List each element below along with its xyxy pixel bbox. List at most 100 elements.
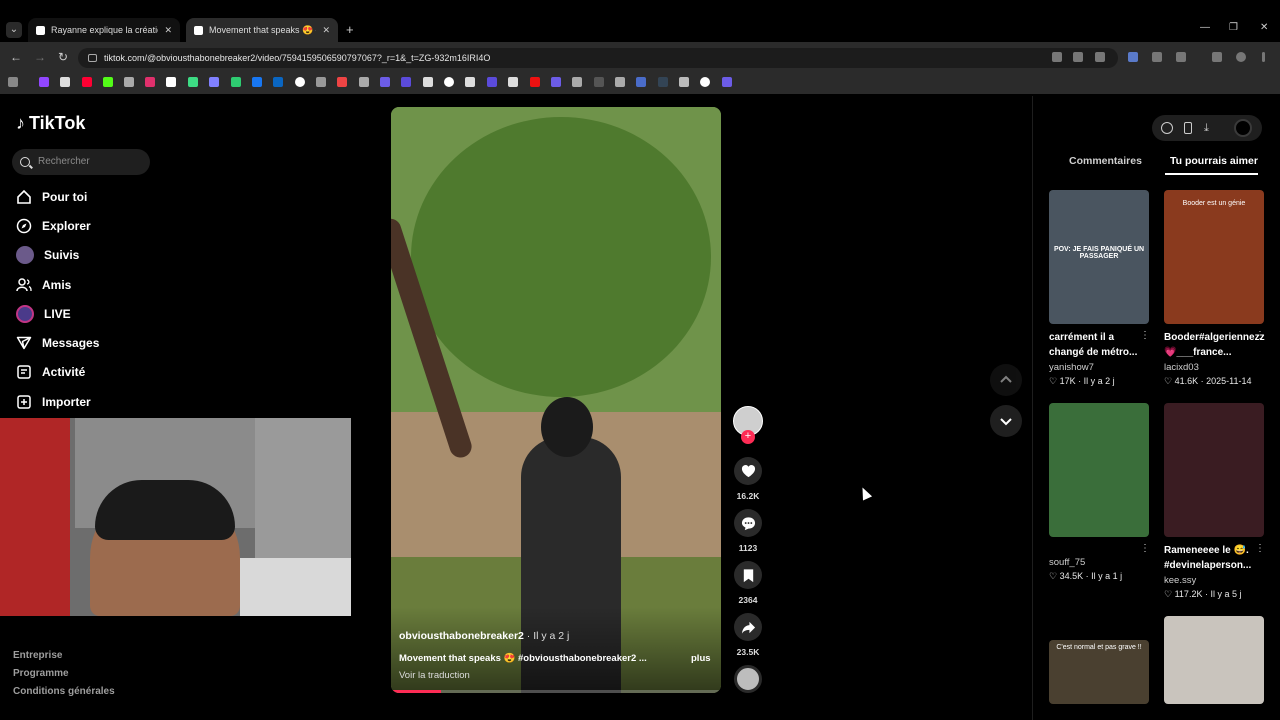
video-card-thumbnail[interactable]: C'est normal et pas grave !! (1049, 640, 1149, 704)
minimize-icon[interactable]: — (1200, 22, 1210, 33)
profile-circle-icon[interactable] (1234, 119, 1252, 137)
compass-tool-icon[interactable] (1161, 122, 1173, 134)
video-card-thumbnail[interactable] (1164, 403, 1264, 537)
video-player[interactable]: obviousthabonebreaker2 · Il y a 2 j Move… (391, 107, 721, 693)
apps-grid-icon[interactable] (8, 77, 18, 87)
previous-video-button[interactable] (990, 364, 1022, 396)
bookmark-icon[interactable] (465, 77, 475, 87)
nav-item-importer[interactable]: Importer (16, 391, 91, 413)
browser-tab-active[interactable]: Movement that speaks 😍 #obvi ✕ (186, 18, 338, 42)
media-controls-icon[interactable] (1212, 52, 1222, 62)
card-title[interactable]: carrément il a changé de métro... (1049, 330, 1141, 360)
bookmark-twitch-icon[interactable] (39, 77, 49, 87)
more-options-icon[interactable]: ⋮ (1255, 543, 1265, 554)
tab-commentaires[interactable]: Commentaires (1069, 155, 1142, 167)
bookmark-youtube-icon[interactable] (82, 77, 92, 87)
card-author[interactable]: souff_75 (1049, 557, 1085, 568)
bookmark-icon[interactable] (359, 77, 369, 87)
address-bar[interactable]: tiktok.com/@obviousthabonebreaker2/video… (78, 48, 1118, 68)
nav-item-amis[interactable]: Amis (16, 274, 71, 296)
close-icon[interactable]: ✕ (322, 25, 330, 36)
tab-search-menu-button[interactable]: ⌄ (6, 22, 22, 38)
bookmark-icon[interactable] (572, 77, 582, 87)
extension-icon[interactable] (1152, 52, 1162, 62)
bookmark-icon[interactable] (444, 77, 454, 87)
footer-link-programme[interactable]: Programme (13, 668, 69, 679)
footer-link-entreprise[interactable]: Entreprise (13, 650, 62, 661)
nav-item-explorer[interactable]: Explorer (16, 215, 91, 237)
next-video-button[interactable] (990, 405, 1022, 437)
search-input[interactable]: Rechercher (12, 149, 150, 175)
tab-tu-pourrais-aimer[interactable]: Tu pourrais aimer (1170, 155, 1258, 167)
card-title[interactable]: Booder#algeriennezz💗___france... (1164, 330, 1265, 360)
download-icon[interactable]: ⤓ (1204, 122, 1216, 134)
extensions-puzzle-icon[interactable] (1176, 52, 1186, 62)
bookmark-icon[interactable] (252, 77, 262, 87)
bookmark-instagram-icon[interactable] (145, 77, 155, 87)
bookmark-linkedin-icon[interactable] (273, 77, 283, 87)
site-info-icon[interactable] (88, 54, 97, 62)
see-translation-link[interactable]: Voir la traduction (399, 670, 470, 681)
browser-menu-icon[interactable] (1262, 52, 1265, 62)
nav-item-live[interactable]: LIVE (16, 303, 71, 325)
bookmark-icon[interactable] (615, 77, 625, 87)
forward-icon[interactable]: → (34, 50, 46, 64)
maximize-icon[interactable]: ❐ (1229, 22, 1238, 33)
bookmark-kick-icon[interactable] (103, 77, 113, 87)
share-button[interactable] (734, 613, 762, 641)
video-progress-bar[interactable] (391, 690, 721, 693)
bookmark-icon[interactable] (337, 77, 347, 87)
video-card-thumbnail[interactable] (1049, 403, 1149, 537)
bookmark-icon[interactable] (487, 77, 497, 87)
translate-icon[interactable] (1073, 52, 1083, 62)
bookmark-tiktok-icon[interactable] (166, 77, 176, 87)
reload-icon[interactable]: ↻ (58, 50, 68, 64)
card-title[interactable]: Rameneeee le 😅. #devinelaperson... (1164, 543, 1256, 573)
video-author[interactable]: obviousthabonebreaker2 · Il y a 2 j (399, 630, 569, 642)
comment-button[interactable] (734, 509, 762, 537)
caption-more-button[interactable]: plus (691, 653, 711, 664)
bookmark-icon[interactable] (551, 77, 561, 87)
tiktok-logo[interactable]: ♪ TikTok (16, 113, 85, 134)
bookmark-icon[interactable] (636, 77, 646, 87)
nav-item-suivis[interactable]: Suivis (16, 244, 79, 266)
nav-item-activite[interactable]: Activité (16, 361, 85, 383)
music-disc-icon[interactable] (734, 665, 762, 693)
bookmark-icon[interactable] (508, 77, 518, 87)
bookmark-icon[interactable] (722, 77, 732, 87)
more-options-icon[interactable]: ⋮ (1140, 330, 1150, 341)
new-tab-button[interactable]: + (346, 22, 354, 37)
bookmark-icon[interactable] (401, 77, 411, 87)
follow-plus-icon[interactable]: + (741, 430, 755, 444)
bookmark-icon[interactable] (209, 77, 219, 87)
bookmark-icon[interactable] (423, 77, 433, 87)
bookmark-x-icon[interactable] (60, 77, 70, 87)
save-button[interactable] (734, 561, 762, 589)
back-icon[interactable]: ← (10, 50, 22, 64)
extension-icon[interactable] (1128, 52, 1138, 62)
footer-link-conditions[interactable]: Conditions générales (13, 686, 115, 697)
browser-tab[interactable]: Rayanne explique la création de ✕ (28, 18, 180, 42)
card-author[interactable]: yanishow7 (1049, 362, 1094, 373)
profile-avatar-icon[interactable] (1236, 52, 1246, 62)
more-options-icon[interactable]: ⋮ (1255, 330, 1265, 341)
mobile-icon[interactable] (1184, 122, 1192, 134)
nav-item-messages[interactable]: Messages (16, 332, 99, 354)
video-card-thumbnail[interactable]: Booder est un génie (1164, 190, 1264, 324)
bookmark-icon[interactable] (679, 77, 689, 87)
card-author[interactable]: kee.ssy (1164, 575, 1196, 586)
like-button[interactable] (734, 457, 762, 485)
close-window-icon[interactable]: ✕ (1260, 22, 1268, 33)
bookmark-icon[interactable] (188, 77, 198, 87)
bookmark-icon[interactable] (658, 77, 668, 87)
bookmark-icon[interactable] (231, 77, 241, 87)
install-app-icon[interactable] (1052, 52, 1062, 62)
bookmark-star-icon[interactable] (1095, 52, 1105, 62)
bookmark-icon[interactable] (380, 77, 390, 87)
nav-item-pour-toi[interactable]: Pour toi (16, 186, 87, 208)
bookmark-icon[interactable] (124, 77, 134, 87)
video-card-thumbnail[interactable] (1164, 616, 1264, 704)
more-options-icon[interactable]: ⋮ (1140, 543, 1150, 554)
bookmark-info-icon[interactable] (295, 77, 305, 87)
bookmark-icon[interactable] (530, 77, 540, 87)
